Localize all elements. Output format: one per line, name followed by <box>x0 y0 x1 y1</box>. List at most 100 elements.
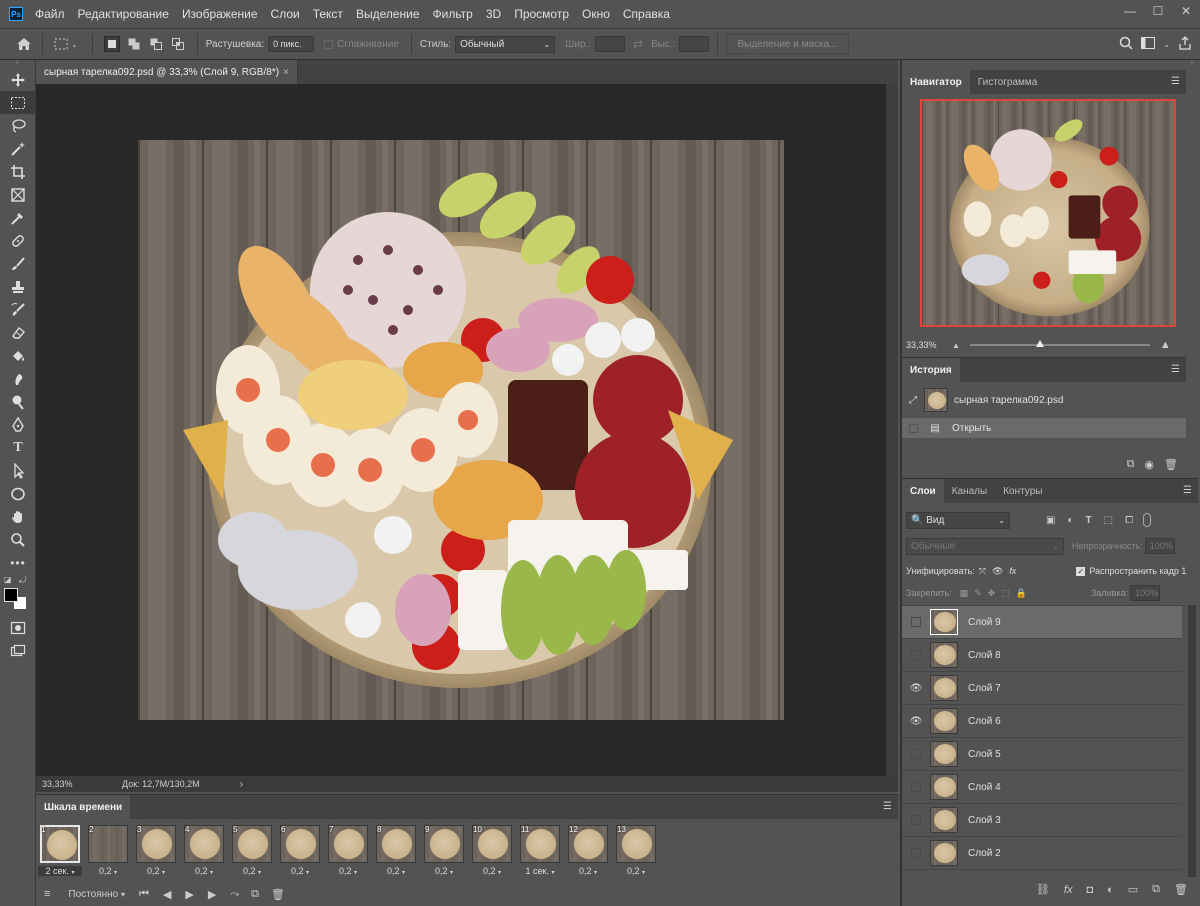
first-frame-icon[interactable]: ⏮ <box>139 888 149 901</box>
history-step-checkbox[interactable] <box>902 423 924 433</box>
filter-toggle[interactable] <box>1143 513 1152 527</box>
tab-navigator[interactable]: Навигатор <box>902 70 970 94</box>
zoom-in-icon[interactable]: ▲ <box>1160 339 1171 351</box>
document-canvas[interactable] <box>138 140 784 720</box>
timeline-frame[interactable]: 5 0,2 ▾ <box>230 823 274 880</box>
layer-visibility-toggle[interactable] <box>902 606 930 639</box>
close-button[interactable]: ✕ <box>1172 0 1200 22</box>
path-selection-tool-icon[interactable] <box>0 459 36 482</box>
history-brush-tool-icon[interactable] <box>0 298 36 321</box>
menu-edit[interactable]: Редактирование <box>78 7 169 21</box>
rect-marquee-tool-icon[interactable] <box>0 91 36 114</box>
lock-image-icon[interactable]: ✎ <box>974 588 982 599</box>
tab-layers[interactable]: Слои <box>902 479 944 503</box>
subtract-selection-icon[interactable] <box>148 36 164 52</box>
new-document-from-state-icon[interactable]: ⧉ <box>1127 458 1135 471</box>
move-tool-icon[interactable] <box>0 68 36 91</box>
swap-colors-icon[interactable]: ⤾ <box>19 575 27 586</box>
canvas-area[interactable] <box>36 84 886 776</box>
menu-layers[interactable]: Слои <box>271 7 300 21</box>
intersect-selection-icon[interactable] <box>170 36 186 52</box>
menu-view[interactable]: Просмотр <box>514 7 569 21</box>
lasso-tool-icon[interactable] <box>0 114 36 137</box>
delete-frame-icon[interactable]: 🗑 <box>271 888 285 901</box>
search-icon[interactable] <box>1119 36 1133 53</box>
quick-mask-icon[interactable] <box>0 616 36 639</box>
new-layer-icon[interactable]: ⧉ <box>1152 883 1160 896</box>
timeline-frame[interactable]: 11 1 сек. ▾ <box>518 823 562 880</box>
type-tool-icon[interactable]: T <box>0 436 36 459</box>
new-group-icon[interactable]: ▭ <box>1128 883 1138 896</box>
timeline-frame[interactable]: 12 0,2 ▾ <box>566 823 610 880</box>
frame-delay[interactable]: 1 сек. ▾ <box>518 866 562 876</box>
add-selection-icon[interactable] <box>126 36 142 52</box>
foreground-color-swatch[interactable] <box>4 588 18 602</box>
unify-position-icon[interactable]: ⤧ <box>979 566 986 577</box>
filter-smart-object-icon[interactable]: ⧠ <box>1125 515 1133 526</box>
marquee-preset-icon[interactable] <box>51 34 71 54</box>
magic-wand-tool-icon[interactable] <box>0 137 36 160</box>
adjustment-layer-icon[interactable]: ◐ <box>1107 884 1114 896</box>
unify-visibility-icon[interactable]: 👁 <box>992 566 1003 577</box>
frame-delay[interactable]: 0,2 ▾ <box>230 866 274 876</box>
lock-transparent-icon[interactable]: ▦ <box>960 588 969 599</box>
history-step[interactable]: ▤ Открыть <box>902 418 1186 438</box>
unify-style-icon[interactable]: fx <box>1009 566 1016 576</box>
frame-delay[interactable]: 0,2 ▾ <box>182 866 226 876</box>
crop-tool-icon[interactable] <box>0 160 36 183</box>
chevron-down-icon[interactable]: ⌄ <box>1163 40 1170 49</box>
layer-visibility-toggle[interactable] <box>902 738 930 771</box>
pen-tool-icon[interactable] <box>0 413 36 436</box>
frame-delay[interactable]: 0,2 ▾ <box>374 866 418 876</box>
frame-delay[interactable]: 0,2 ▾ <box>326 866 370 876</box>
swap-icon[interactable]: ⇄ <box>633 37 643 51</box>
frame-delay[interactable]: 0,2 ▾ <box>470 866 514 876</box>
workspace-icon[interactable] <box>1141 36 1156 52</box>
history-snapshot[interactable]: ⤢ сырная тарелка092.psd <box>902 386 1186 414</box>
menu-window[interactable]: Окно <box>582 7 610 21</box>
layer-visibility-toggle[interactable]: 👁 <box>902 705 930 738</box>
menu-image[interactable]: Изображение <box>182 7 258 21</box>
timeline-frame[interactable]: 10 0,2 ▾ <box>470 823 514 880</box>
layer-row[interactable]: 👁 Слой 7 <box>902 672 1182 705</box>
frame-delay[interactable]: 0,2 ▾ <box>566 866 610 876</box>
zoom-level[interactable]: 33,33% <box>42 779 86 789</box>
eyedropper-tool-icon[interactable] <box>0 206 36 229</box>
layer-filter-select[interactable]: 🔍 Вид ⌄ <box>906 511 1010 529</box>
select-and-mask-button[interactable]: Выделение и маска... <box>726 34 849 54</box>
eraser-tool-icon[interactable] <box>0 321 36 344</box>
tab-history[interactable]: История <box>902 358 960 382</box>
panel-menu-icon[interactable]: ☰ <box>883 801 892 812</box>
lock-artboard-icon[interactable]: ⬚ <box>1001 588 1010 599</box>
document-tab[interactable]: сырная тарелка092.psd @ 33,3% (Слой 9, R… <box>36 60 298 84</box>
add-mask-icon[interactable]: ◘ <box>1086 884 1093 896</box>
opacity-input[interactable]: 100% <box>1144 538 1175 554</box>
antialias-checkbox[interactable] <box>324 39 334 49</box>
width-input[interactable] <box>595 36 625 52</box>
filter-adjustment-icon[interactable]: ◐ <box>1067 515 1073 526</box>
collapse-icon[interactable]: » <box>0 60 35 68</box>
frame-tool-icon[interactable] <box>0 183 36 206</box>
height-input[interactable] <box>679 36 710 52</box>
timeline-frame[interactable]: 7 0,2 ▾ <box>326 823 370 880</box>
timeline-frame[interactable]: 13 0,2 ▾ <box>614 823 658 880</box>
layer-style-icon[interactable]: fx <box>1064 884 1073 896</box>
fill-input[interactable]: 100% <box>1130 585 1161 601</box>
blend-mode-select[interactable]: Обычные ⌄ <box>906 537 1064 555</box>
frame-delay[interactable]: 2 сек. ▾ <box>38 866 82 876</box>
hand-tool-icon[interactable] <box>0 505 36 528</box>
panel-menu-icon[interactable]: ☰ <box>1183 485 1192 496</box>
menu-type[interactable]: Текст <box>313 7 343 21</box>
layers-scrollbar[interactable] <box>1188 605 1196 877</box>
filter-type-icon[interactable]: T <box>1086 515 1092 526</box>
zoom-slider[interactable] <box>969 340 1150 347</box>
previous-frame-icon[interactable]: ◀︎ <box>163 888 171 901</box>
layer-row[interactable]: 👁 Слой 6 <box>902 705 1182 738</box>
layer-visibility-toggle[interactable] <box>902 639 930 672</box>
frame-delay[interactable]: 0,2 ▾ <box>134 866 178 876</box>
menu-file[interactable]: Файл <box>35 7 65 21</box>
tween-icon[interactable]: ⤳ <box>230 888 239 901</box>
panel-menu-icon[interactable]: ☰ <box>1171 76 1180 87</box>
duplicate-frame-icon[interactable]: ⧉ <box>251 888 259 901</box>
lock-position-icon[interactable]: ✥ <box>988 588 996 599</box>
